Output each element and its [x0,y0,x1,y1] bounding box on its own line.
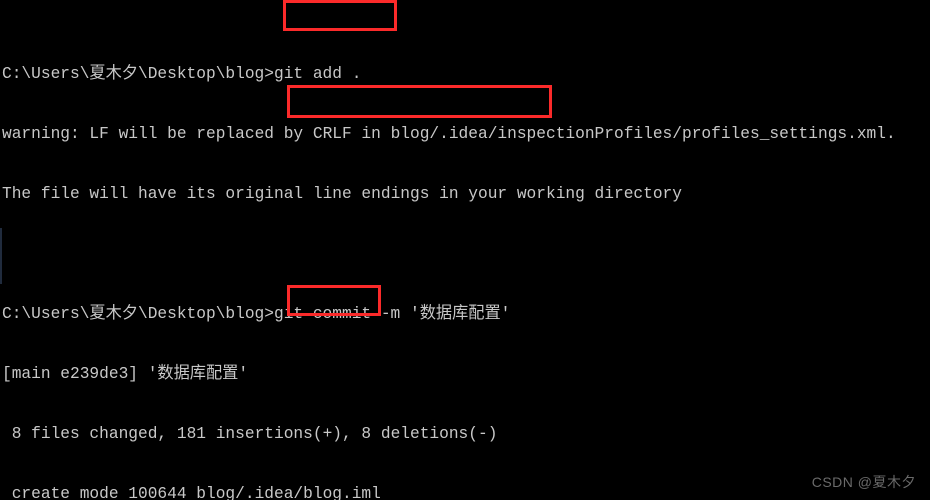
terminal-line: warning: LF will be replaced by CRLF in … [2,125,896,143]
annotation-box-git-commit [287,85,552,118]
terminal-line: [main e239de3] '数据库配置' [2,365,249,383]
terminal-line: The file will have its original line end… [2,185,682,203]
terminal-line: C:\Users\夏木夕\Desktop\blog>git commit -m … [2,305,511,323]
csdn-watermark: CSDN @夏木夕 [811,474,916,490]
terminal-line: C:\Users\夏木夕\Desktop\blog>git add . [2,65,362,83]
annotation-box-git-add [283,0,397,31]
terminal-line: create mode 100644 blog/.idea/blog.iml [2,485,381,500]
terminal-line: 8 files changed, 181 insertions(+), 8 de… [2,425,498,443]
left-edge-artifact [0,228,2,284]
terminal-window[interactable]: C:\Users\夏木夕\Desktop\blog>git add . warn… [0,0,930,500]
